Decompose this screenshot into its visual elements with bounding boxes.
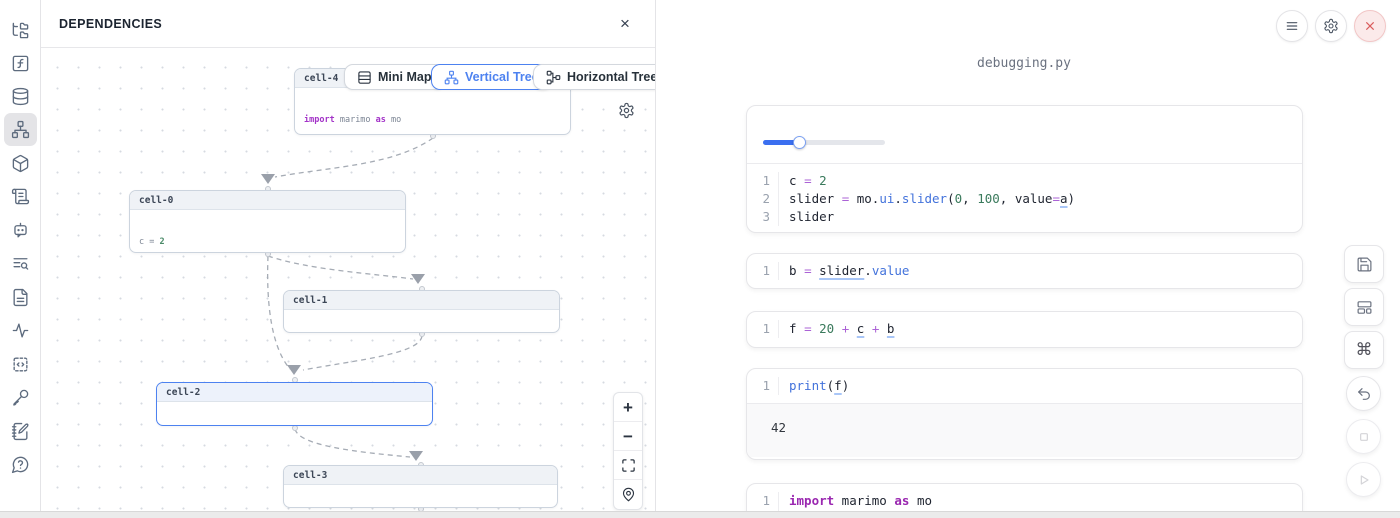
line-number: 1: [747, 262, 779, 280]
save-button[interactable]: [1344, 245, 1384, 283]
ai-chat-icon[interactable]: [4, 214, 37, 247]
line-number: 2: [747, 190, 779, 208]
code-line: print(f): [779, 377, 849, 395]
line-number: 1: [747, 172, 779, 190]
line-number: 1: [747, 492, 779, 510]
command-palette-button[interactable]: ⌘: [1344, 331, 1384, 369]
scratchpad-icon[interactable]: [4, 415, 37, 448]
node-title: cell-0: [130, 191, 405, 210]
graph-node-cell-3[interactable]: cell-3 print(f): [283, 465, 558, 508]
code-line: slider = mo.ui.slider(0, 100, value=a): [779, 190, 1075, 208]
console-output: 42: [747, 404, 1302, 457]
slider-output-area: [747, 106, 1302, 163]
dependencies-panel: DEPENDENCIES ×: [41, 0, 656, 511]
left-icon-sidebar: [0, 0, 41, 518]
code-line: c = 2: [779, 172, 827, 190]
undo-icon: [1356, 386, 1372, 402]
node-title: cell-2: [157, 383, 432, 402]
node-code-line: import marimo as mo: [304, 115, 561, 126]
bottom-status-strip: [0, 511, 1400, 518]
notebook-settings-button[interactable]: [1315, 10, 1347, 42]
play-icon: [1356, 472, 1372, 488]
code-editor[interactable]: 1f = 20 + c + b: [747, 312, 1302, 346]
line-number: 1: [747, 377, 779, 395]
code-line: slider: [779, 208, 834, 226]
graph-settings-gear-icon[interactable]: [618, 102, 635, 124]
mini-map-button[interactable]: Mini Map: [344, 64, 444, 90]
menu-icon: [1284, 18, 1300, 34]
mini-map-label: Mini Map: [378, 70, 431, 84]
code-line: import marimo as mo: [779, 492, 932, 510]
plus-icon: +: [623, 399, 633, 416]
panel-title: DEPENDENCIES: [59, 17, 162, 31]
cell-b-assignment[interactable]: 1b = slider.value: [746, 253, 1303, 289]
rows-icon: [357, 70, 372, 85]
graph-node-cell-2-selected[interactable]: cell-2 f = 20 + c + b: [156, 382, 433, 426]
run-button[interactable]: [1346, 462, 1381, 497]
node-title: cell-3: [284, 466, 557, 485]
horizontal-tree-icon: [546, 70, 561, 85]
vertical-tree-label: Vertical Tree: [465, 70, 539, 84]
fit-view-button[interactable]: [614, 451, 642, 480]
code-line: b = slider.value: [779, 262, 909, 280]
code-line: f = 20 + c + b: [779, 320, 894, 338]
shutdown-button[interactable]: [1354, 10, 1386, 42]
packages-icon[interactable]: [4, 147, 37, 180]
stop-button[interactable]: [1346, 419, 1381, 454]
line-number: 1: [747, 320, 779, 338]
variables-icon[interactable]: [4, 47, 37, 80]
secrets-icon[interactable]: [4, 381, 37, 414]
notebook-filename[interactable]: debugging.py: [746, 56, 1302, 71]
dependencies-panel-header: DEPENDENCIES ×: [41, 0, 655, 48]
cell-f-assignment[interactable]: 1f = 20 + c + b: [746, 311, 1303, 348]
command-icon: ⌘: [1356, 340, 1373, 360]
horizontal-tree-label: Horizontal Tree: [567, 70, 655, 84]
marimo-app: DEPENDENCIES ×: [0, 0, 1400, 518]
horizontal-tree-button[interactable]: Horizontal Tree: [533, 64, 655, 90]
node-code-line: c = 2: [139, 237, 396, 248]
graph-zoom-controls: + −: [613, 392, 643, 510]
gear-icon: [1323, 18, 1339, 34]
dependency-graph-canvas[interactable]: cell-4 import marimo as mo a = 20 cell-0…: [41, 48, 655, 511]
cell-slider[interactable]: 1c = 2 2slider = mo.ui.slider(0, 100, va…: [746, 105, 1303, 233]
notebook-area: debugging.py 1c = 2 2slider = mo.ui.s: [656, 0, 1400, 511]
zoom-in-button[interactable]: +: [614, 393, 642, 422]
node-title: cell-1: [284, 291, 559, 310]
snippets-icon[interactable]: [4, 348, 37, 381]
code-editor[interactable]: 1print(f): [747, 369, 1302, 403]
line-number: 3: [747, 208, 779, 226]
tracing-icon[interactable]: [4, 314, 37, 347]
slider-widget[interactable]: [763, 136, 885, 148]
graph-node-cell-1[interactable]: cell-1 b = slider.value: [283, 290, 560, 333]
logs-icon[interactable]: [4, 247, 37, 280]
layout-toggle-button[interactable]: [1344, 288, 1384, 326]
layout-icon: [1356, 299, 1373, 316]
maximize-icon: [621, 458, 636, 473]
stop-icon: [1356, 429, 1372, 445]
locate-node-button[interactable]: [614, 480, 642, 509]
close-panel-icon[interactable]: ×: [613, 12, 637, 36]
notebook-menu-button[interactable]: [1276, 10, 1308, 42]
close-icon: [1362, 18, 1378, 34]
file-explorer-icon[interactable]: [4, 14, 37, 47]
code-editor[interactable]: 1b = slider.value: [747, 254, 1302, 288]
slider-thumb[interactable]: [793, 136, 806, 149]
undo-button[interactable]: [1346, 376, 1381, 411]
graph-node-cell-0[interactable]: cell-0 c = 2 slider = mo.ui.slider(0, 10…: [129, 190, 406, 253]
help-icon[interactable]: [4, 448, 37, 481]
data-sources-icon[interactable]: [4, 80, 37, 113]
zoom-out-button[interactable]: −: [614, 422, 642, 451]
minus-icon: −: [623, 428, 633, 445]
outline-icon[interactable]: [4, 281, 37, 314]
cell-print[interactable]: 1print(f) 42: [746, 368, 1303, 460]
vertical-tree-icon: [444, 70, 459, 85]
documentation-icon[interactable]: [4, 180, 37, 213]
code-editor[interactable]: 1c = 2 2slider = mo.ui.slider(0, 100, va…: [747, 164, 1302, 233]
save-icon: [1356, 256, 1373, 273]
dependencies-icon[interactable]: [4, 113, 37, 146]
map-pin-icon: [621, 487, 636, 502]
